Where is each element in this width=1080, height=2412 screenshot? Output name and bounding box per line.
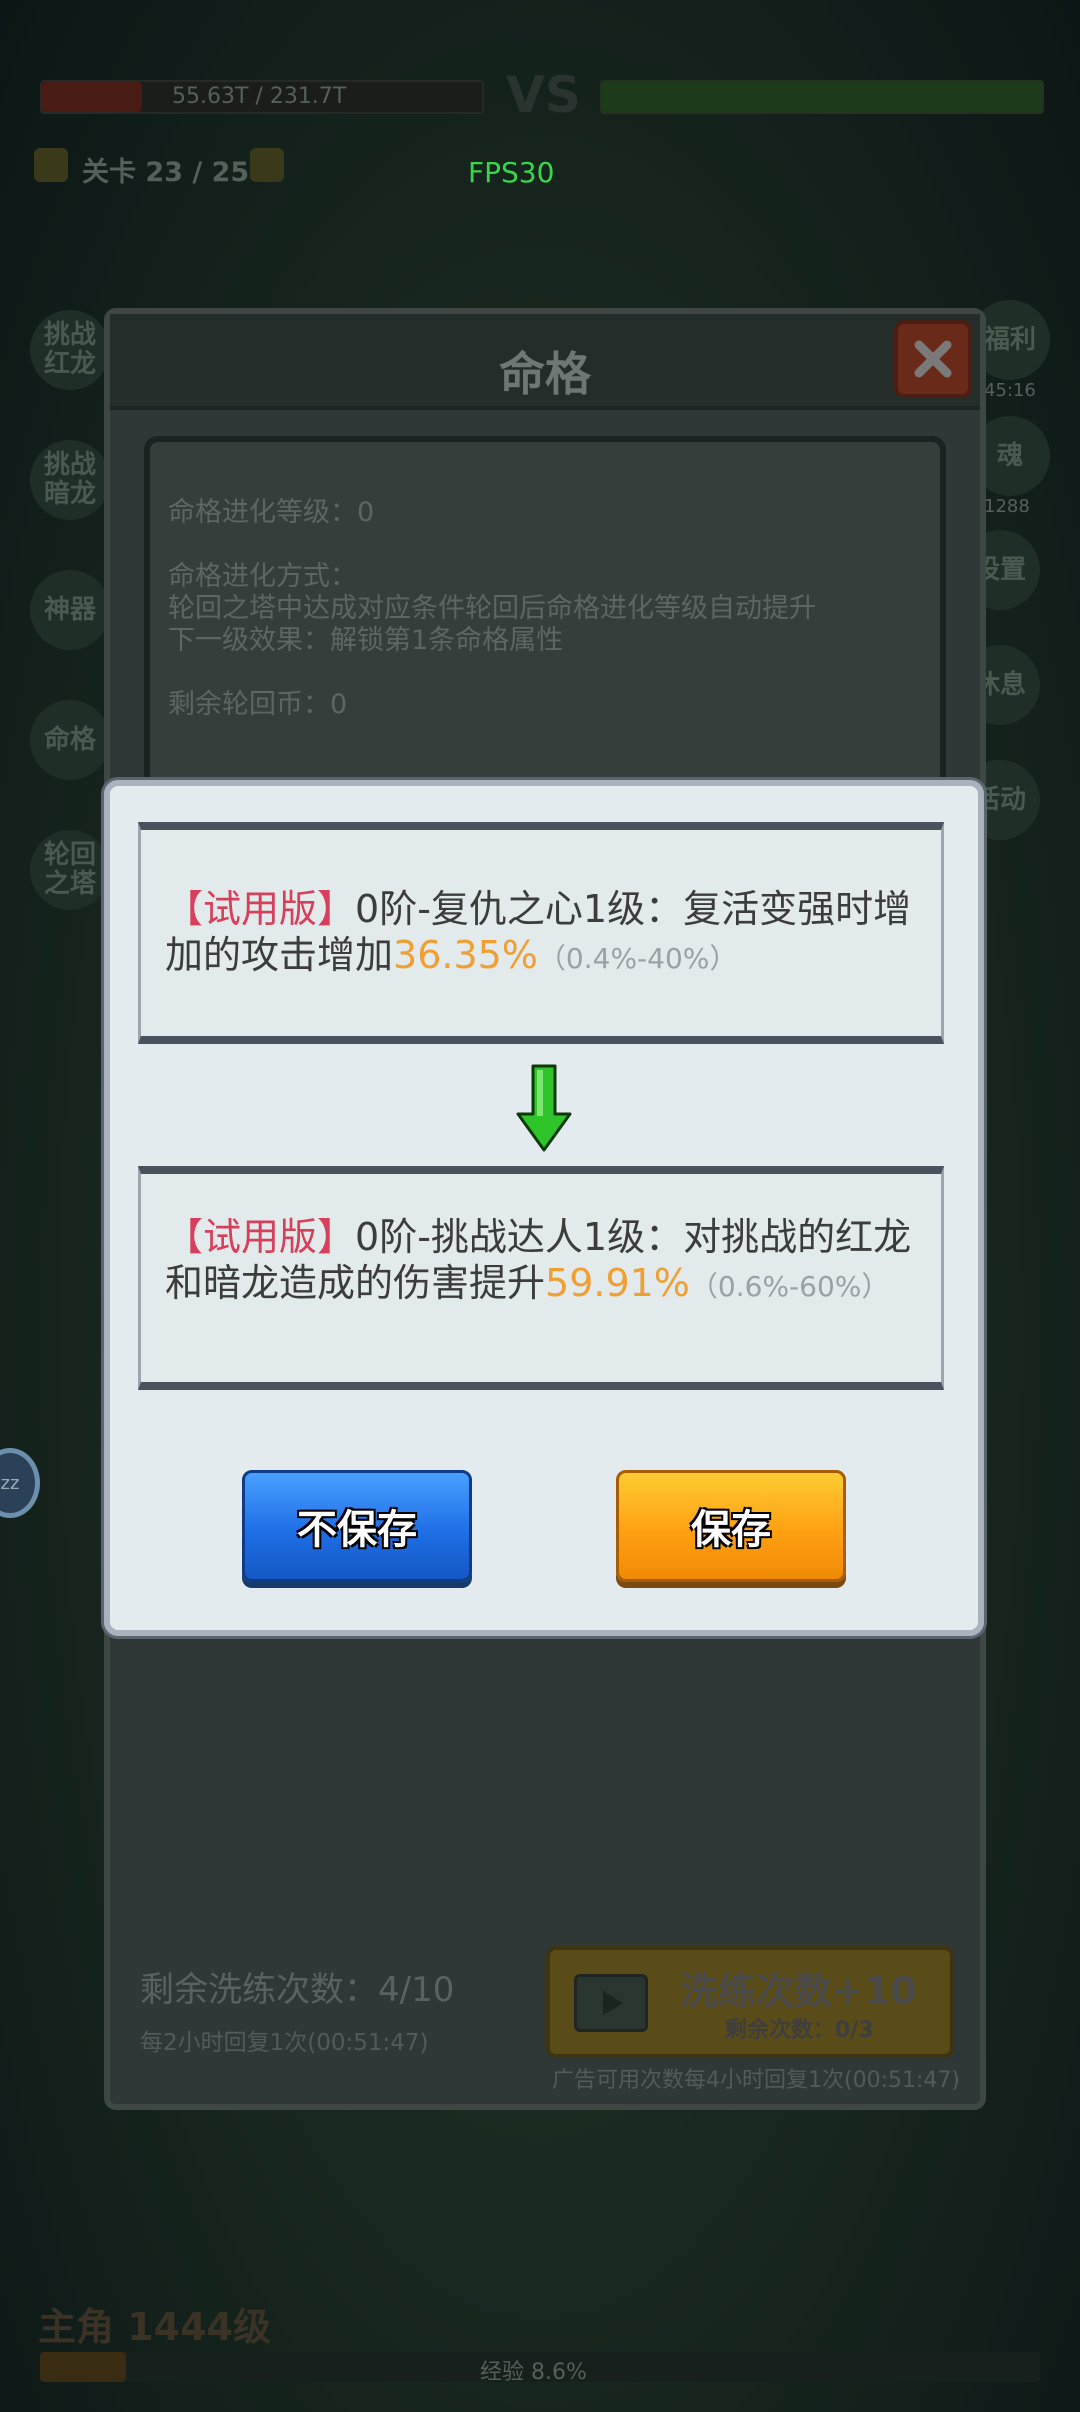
video-icon xyxy=(574,1974,648,2032)
attribute-range: （0.6%-60%） xyxy=(689,1270,890,1303)
stage-label: 关卡 23 / 25 xyxy=(82,157,250,188)
side-btn-fate[interactable]: 命格 xyxy=(30,700,110,780)
attribute-percent: 36.35% xyxy=(393,933,538,977)
ad-note: 广告可用次数每4小时回复1次(00:51:47) xyxy=(552,2068,960,2093)
next-effect: 下一级效果：解锁第1条命格属性 xyxy=(168,625,564,656)
stage-next-icon[interactable] xyxy=(250,148,284,182)
player-level: 主角 1444级 xyxy=(38,2305,271,2349)
attribute-range: （0.4%-40%） xyxy=(537,942,738,975)
save-button[interactable]: 保存 xyxy=(616,1470,846,1582)
fate-panel-titlebar: 命格 xyxy=(110,314,980,410)
exp-bar-fill xyxy=(40,2352,126,2382)
new-attribute-text: 【试用版】0阶-挑战达人1级：对挑战的红龙和暗龙造成的伤害提升59.91%（0.… xyxy=(165,1214,919,1310)
compare-dialog: 【试用版】0阶-复仇之心1级：复活变强时增加的攻击增加36.35%（0.4%-4… xyxy=(104,780,984,1636)
timer-right: 45:16 xyxy=(984,380,1036,401)
player-hp-fill xyxy=(42,82,142,112)
count-right: 1288 xyxy=(984,496,1030,517)
wash-count: 剩余洗练次数：4/10 xyxy=(140,1970,455,2010)
ad-button-sub: 剩余次数：0/3 xyxy=(725,2018,874,2043)
old-attribute-text: 【试用版】0阶-复仇之心1级：复活变强时增加的攻击增加36.35%（0.4%-4… xyxy=(165,886,919,982)
attribute-percent: 59.91% xyxy=(545,1261,690,1305)
wash-recover: 每2小时回复1次(00:51:47) xyxy=(140,2030,429,2056)
vs-label: VS xyxy=(506,66,581,124)
ad-wash-button[interactable]: 洗练次数+10 剩余次数：0/3 xyxy=(546,1946,954,2058)
side-label: 福利 xyxy=(983,324,1036,355)
side-btn-challenge-red[interactable]: 挑战红龙 xyxy=(30,310,110,390)
side-label: 轮回之塔 xyxy=(43,840,96,899)
exp-text: 经验 8.6% xyxy=(480,2360,587,2385)
player-hp-text: 55.63T / 231.7T xyxy=(172,84,347,109)
side-label: 挑战红龙 xyxy=(43,320,96,379)
fate-panel-title: 命格 xyxy=(499,347,591,401)
player-hp-bar: 55.63T / 231.7T xyxy=(40,80,484,114)
wash-info: 剩余洗练次数：4/10 每2小时回复1次(00:51:47) xyxy=(140,1962,454,2057)
trial-tag: 【试用版】 xyxy=(165,887,356,931)
play-icon xyxy=(603,1991,623,2015)
enemy-hp-bar xyxy=(600,80,1044,114)
close-button[interactable] xyxy=(894,320,972,398)
evolve-level: 命格进化等级：0 xyxy=(168,497,375,528)
reincarnation-coins: 剩余轮回币：0 xyxy=(168,689,348,720)
side-label: 命格 xyxy=(43,724,96,755)
side-btn-artifact[interactable]: 神器 xyxy=(30,570,110,650)
no-save-button[interactable]: 不保存 xyxy=(242,1470,472,1582)
side-label: 挑战暗龙 xyxy=(43,450,96,509)
arrow-down-icon xyxy=(516,1064,572,1152)
fps-counter: FPS30 xyxy=(468,156,555,189)
side-btn-tower[interactable]: 轮回之塔 xyxy=(30,830,110,910)
new-attribute-card: 【试用版】0阶-挑战达人1级：对挑战的红龙和暗龙造成的伤害提升59.91%（0.… xyxy=(138,1166,944,1390)
old-attribute-card: 【试用版】0阶-复仇之心1级：复活变强时增加的攻击增加36.35%（0.4%-4… xyxy=(138,822,944,1044)
ad-button-label: 洗练次数+10 xyxy=(680,1969,917,2013)
side-label: 魂 xyxy=(996,440,1023,471)
side-label: 神器 xyxy=(43,594,96,625)
close-icon xyxy=(914,340,952,378)
fate-info-box: 命格进化等级：0 命格进化方式： 轮回之塔中达成对应条件轮回后命格进化等级自动提… xyxy=(144,436,946,808)
exp-bar: 经验 8.6% xyxy=(40,2352,1040,2385)
trial-tag: 【试用版】 xyxy=(165,1215,356,1259)
stage-prev-icon[interactable] xyxy=(34,148,68,182)
side-btn-challenge-dark[interactable]: 挑战暗龙 xyxy=(30,440,110,520)
